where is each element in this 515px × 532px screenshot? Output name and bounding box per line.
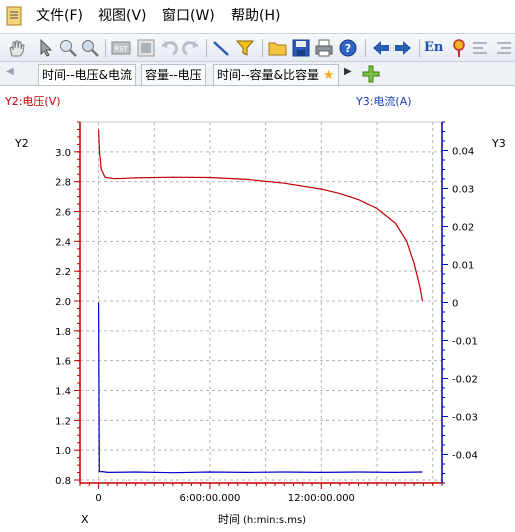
chart-area: 0.8 1.0 1.2 1.4 1.6 1.8 2.0 2.2 2.4 2.6 2.8 3.0 -0.0…	[0, 86, 515, 532]
document-icon[interactable]	[6, 6, 22, 26]
zoom-in-icon[interactable]	[58, 38, 78, 58]
menu-file[interactable]: 文件(F)	[36, 6, 83, 26]
y2-tick-label: 2.8	[55, 178, 71, 189]
y3-tick-label: -0.03	[452, 413, 478, 424]
add-tab-icon[interactable]	[361, 64, 381, 84]
y2-tick-label: 3.0	[55, 148, 71, 159]
x-axis-label: X	[81, 513, 89, 526]
y2-tick-label: 2.6	[55, 208, 71, 219]
english-label: En	[424, 40, 444, 55]
tab-bar: ◀ 时间--电压&电流 容量--电压 时间--容量&比容量 ★ ▶	[0, 62, 515, 86]
zoom-icon[interactable]	[80, 38, 100, 58]
menu-help[interactable]: 帮助(H)	[231, 6, 280, 26]
y3-tick-label: 0.01	[452, 261, 474, 272]
chart-ticks: 0.8 1.0 1.2 1.4 1.6 1.8 2.0 2.2 2.4 2.6 2.8 3.0 -0.0…	[55, 121, 478, 504]
y3-tick-label: 0.03	[452, 185, 474, 196]
line-tool-icon[interactable]	[211, 38, 231, 58]
help-icon[interactable]: ?	[338, 38, 358, 58]
star-icon: ★	[322, 68, 335, 83]
left-axis-header: Y2:电压(V)	[4, 95, 61, 108]
y3-tick-label: -0.01	[452, 337, 478, 348]
current-series-line	[98, 302, 423, 474]
align-right-icon[interactable]	[493, 38, 513, 58]
x-tick-label: 6:00:00.000	[180, 493, 241, 504]
chart-grid	[79, 121, 443, 484]
y3-axis-label: Y3	[491, 137, 506, 150]
right-axis-header: Y3:电流(A)	[355, 94, 412, 108]
report-icon[interactable]	[136, 38, 156, 58]
menu-bar: 文件(F) 视图(V) 窗口(W) 帮助(H)	[0, 0, 515, 34]
forward-arrow-icon[interactable]	[393, 38, 413, 58]
menu-window[interactable]: 窗口(W)	[162, 6, 215, 26]
y3-tick-label: -0.04	[452, 451, 478, 462]
x-axis-unit: (h:min:s.ms)	[243, 515, 306, 526]
tab-scroll-right-icon[interactable]: ▶	[344, 66, 352, 77]
redo-icon[interactable]	[181, 38, 201, 58]
undo-icon[interactable]	[159, 38, 179, 58]
settings-icon[interactable]	[449, 38, 469, 58]
x-tick-label: 0	[95, 493, 101, 504]
save-icon[interactable]	[291, 38, 311, 58]
svg-text:?: ?	[345, 42, 351, 55]
y3-tick-label: 0	[452, 299, 458, 310]
y2-tick-label: 2.4	[55, 237, 71, 248]
voltage-series-line	[98, 129, 424, 302]
english-icon[interactable]: En	[424, 38, 444, 58]
tab-label: 时间--电压&电流	[42, 68, 133, 82]
y3-tick-label: 0.04	[452, 147, 474, 158]
hand-icon[interactable]	[6, 38, 26, 58]
toolbar-separator	[105, 39, 106, 57]
tab-capacity-voltage[interactable]: 容量--电压	[141, 64, 206, 85]
back-arrow-icon[interactable]	[371, 38, 391, 58]
svg-text:RST: RST	[114, 45, 128, 53]
toolbar-separator	[206, 39, 207, 57]
tab-time-capacity[interactable]: 时间--容量&比容量 ★	[213, 64, 339, 85]
y2-tick-label: 1.6	[55, 357, 71, 368]
toolbar-separator	[365, 39, 366, 57]
y2-tick-label: 1.2	[55, 416, 71, 427]
y2-tick-label: 2.0	[55, 297, 71, 308]
tab-time-voltage-current[interactable]: 时间--电压&电流	[38, 64, 137, 85]
toolbar-separator	[262, 39, 263, 57]
plot-frame	[79, 121, 443, 484]
toolbar: RST ? En	[0, 34, 515, 62]
menu-view[interactable]: 视图(V)	[98, 6, 147, 26]
x-axis-title: 时间	[218, 513, 240, 526]
reset-icon[interactable]: RST	[111, 38, 131, 58]
tab-label: 容量--电压	[145, 68, 202, 82]
align-left-icon[interactable]	[471, 38, 491, 58]
y2-tick-label: 1.8	[55, 327, 71, 338]
y2-tick-label: 1.4	[55, 387, 71, 398]
chart: 0.8 1.0 1.2 1.4 1.6 1.8 2.0 2.2 2.4 2.6 2.8 3.0 -0.0…	[4, 94, 506, 526]
chart-axes	[79, 122, 443, 484]
y2-axis-label: Y2	[14, 137, 29, 150]
y2-tick-label: 1.0	[55, 446, 71, 457]
filter-icon[interactable]	[235, 38, 255, 58]
open-folder-icon[interactable]	[268, 38, 288, 58]
print-icon[interactable]	[314, 38, 334, 58]
y2-tick-label: 2.2	[55, 267, 71, 278]
x-tick-label: 12:00:00.000	[288, 493, 355, 504]
tab-label: 时间--容量&比容量	[217, 68, 320, 82]
y3-tick-label: -0.02	[452, 375, 478, 386]
y2-tick-label: 0.8	[55, 476, 71, 487]
pointer-icon[interactable]	[36, 38, 56, 58]
toolbar-separator	[419, 39, 420, 57]
tab-scroll-left-icon[interactable]: ◀	[6, 66, 14, 77]
y3-tick-label: 0.02	[452, 223, 474, 234]
